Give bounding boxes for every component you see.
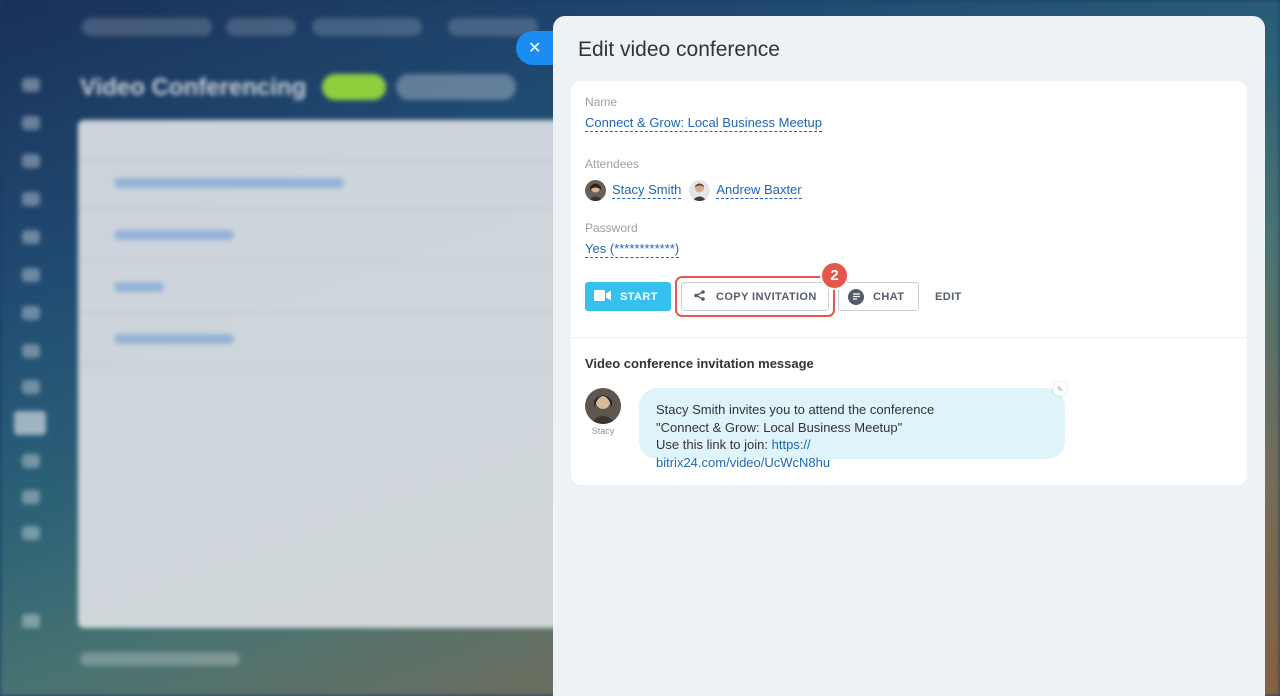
background-filter-button [396, 74, 516, 100]
background-sidebar-icon [22, 230, 40, 244]
invitation-line: Stacy Smith invites you to attend the co… [656, 402, 935, 417]
attendees-label: Attendees [585, 157, 640, 171]
background-sidebar-icon [22, 344, 40, 358]
attendee-link[interactable]: Stacy Smith [612, 182, 682, 199]
chat-icon [848, 288, 864, 305]
step-badge: 2 [820, 261, 849, 290]
sender-avatar [585, 388, 621, 424]
background-row-divider [78, 260, 598, 261]
section-divider [571, 337, 1247, 338]
background-row-text [114, 178, 344, 188]
background-conference-list [78, 120, 598, 628]
background-sidebar-icon [22, 268, 40, 282]
password-link[interactable]: Yes (************) [585, 241, 680, 258]
background-topbar-item [226, 18, 296, 36]
background-topbar-item [312, 18, 422, 36]
background-row-text [114, 334, 234, 344]
background-sidebar-icon [22, 192, 40, 206]
password-label: Password [585, 221, 638, 235]
background-sidebar-icon [22, 306, 40, 320]
share-icon [694, 289, 705, 304]
action-bar: START COPY INVITATION CHAT EDIT [585, 282, 1235, 312]
start-button-label: START [620, 290, 658, 303]
copy-invitation-label: COPY INVITATION [716, 290, 817, 303]
close-icon: ✕ [528, 40, 542, 57]
chat-button-label: CHAT [873, 290, 905, 303]
background-sidebar-icon [22, 154, 40, 168]
background-create-button [322, 74, 386, 100]
attendee-avatar [689, 180, 711, 201]
invitation-heading: Video conference invitation message [585, 356, 814, 371]
background-sidebar-icon [22, 78, 40, 92]
invitation-link-prefix: Use this link to join: [656, 437, 772, 452]
background-sidebar-icon [22, 116, 40, 130]
background-row-text [114, 230, 234, 240]
video-camera-icon [594, 289, 611, 304]
conference-details-card: Name Connect & Grow: Local Business Meet… [571, 81, 1247, 485]
invitation-line: Use this link to join: https:// bitrix24.… [656, 436, 1065, 471]
sender: Stacy [585, 388, 621, 436]
background-sidebar-icon [22, 614, 40, 628]
edit-button[interactable]: EDIT [935, 282, 975, 311]
start-button[interactable]: START [585, 282, 671, 311]
background-sidebar-icon-active [14, 411, 46, 435]
name-label: Name [585, 95, 618, 109]
conference-name-link[interactable]: Connect & Grow: Local Business Meetup [585, 115, 823, 132]
background-row-divider [78, 160, 598, 161]
invitation-message-bubble: Stacy Smith invites you to attend the co… [639, 388, 1065, 470]
sender-name: Stacy [591, 426, 615, 436]
background-page-title: Video Conferencing [80, 74, 307, 101]
background-row-divider [78, 208, 598, 209]
attendee-avatar [585, 180, 606, 201]
background-row-divider [78, 364, 598, 365]
invitation-url-start: https:// [771, 437, 811, 452]
invitation-url-end: bitrix24.com/video/UcWcN8hu [656, 454, 831, 470]
edit-message-icon[interactable]: ✎ [1053, 382, 1067, 396]
background-sidebar-icon [22, 490, 40, 504]
background-sidebar-icon [22, 380, 40, 394]
background-sidebar-icon [22, 454, 40, 468]
attendees-list: Stacy Smith Andrew Baxter [585, 180, 810, 201]
attendee-item: Stacy Smith [585, 180, 682, 201]
edit-conference-slider: Edit video conference Name Connect & Gro… [553, 16, 1265, 696]
copy-invitation-button[interactable]: COPY INVITATION [681, 282, 829, 311]
slider-title: Edit video conference [578, 38, 780, 61]
background-row-divider [78, 312, 598, 313]
background-sidebar [0, 56, 62, 696]
attendee-item: Andrew Baxter [689, 180, 802, 201]
background-footer [80, 652, 240, 666]
invitation-line: "Connect & Grow: Local Business Meetup" [656, 419, 903, 435]
background-topbar-item [82, 18, 212, 36]
background-sidebar-icon [22, 526, 40, 540]
attendee-link[interactable]: Andrew Baxter [716, 182, 802, 199]
chat-button[interactable]: CHAT [838, 282, 919, 311]
background-row-text [114, 282, 164, 292]
